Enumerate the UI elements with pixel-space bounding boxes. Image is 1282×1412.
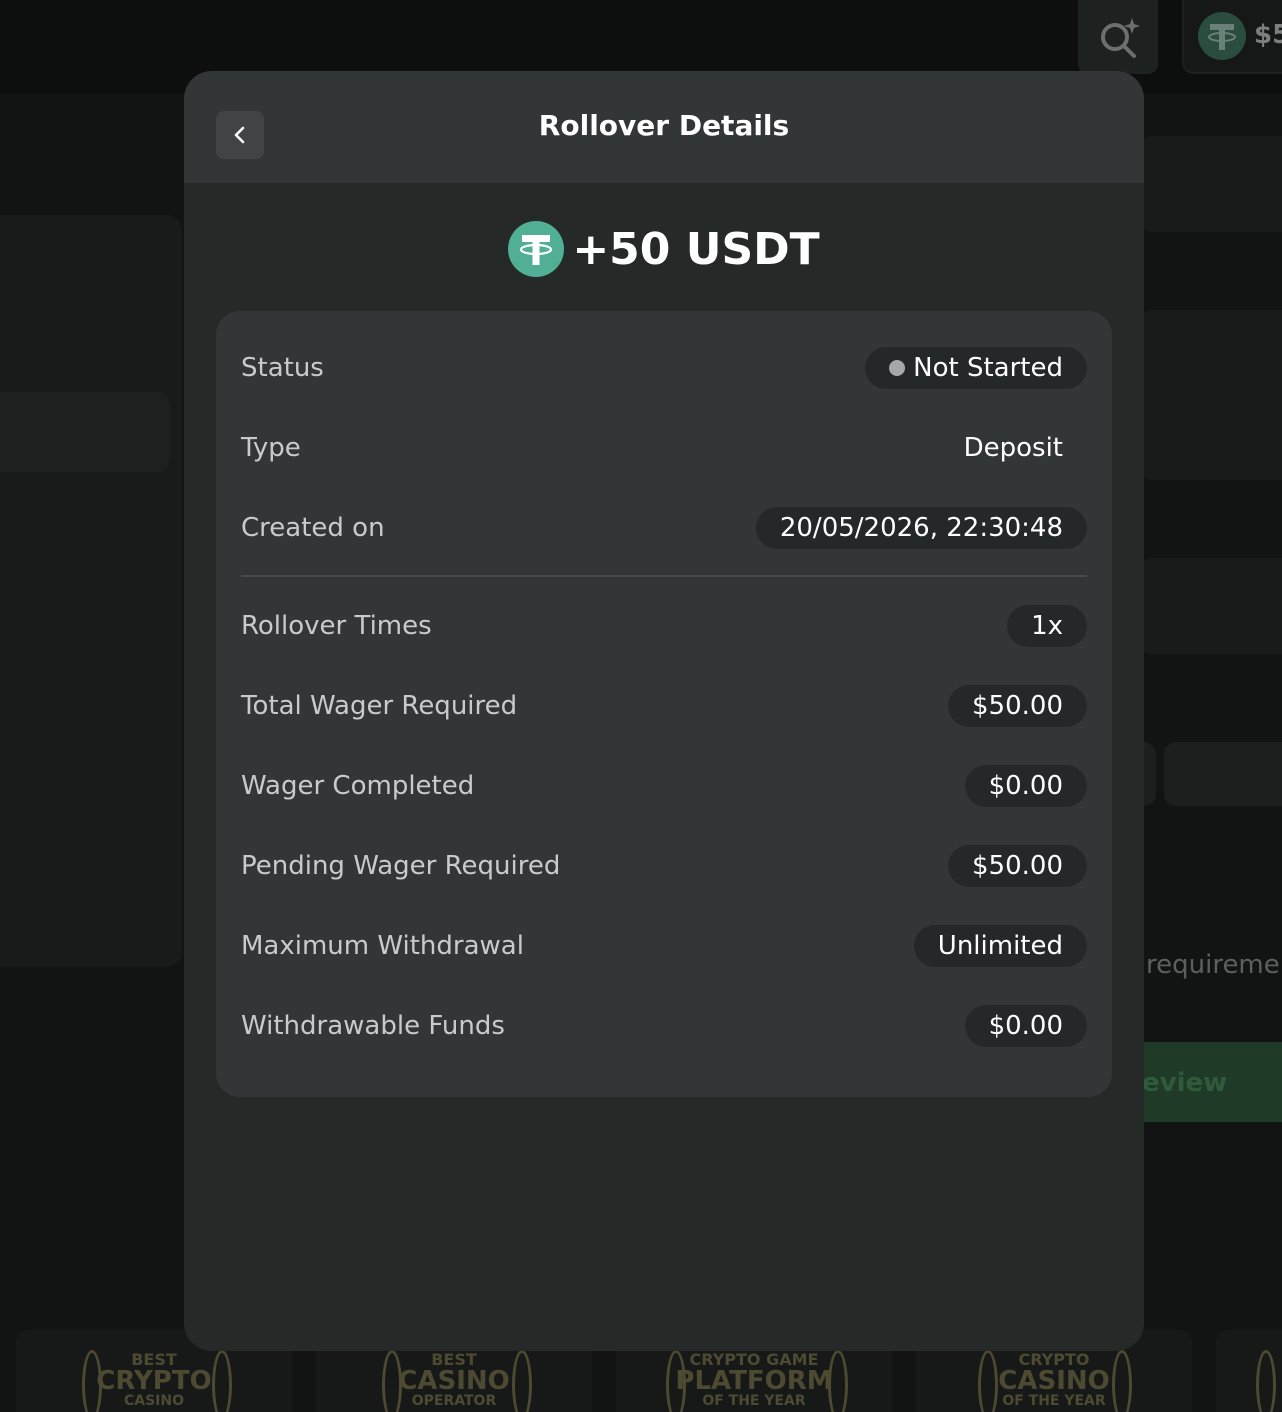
award-line2: CASINO [998, 1366, 1110, 1396]
detail-row-created-on: Created on 20/05/2026, 22:30:48 [241, 506, 1087, 550]
laurel-icon [1112, 1350, 1132, 1412]
detail-row-max-withdrawal: Maximum Withdrawal Unlimited [241, 924, 1087, 968]
left-panel-item [0, 392, 170, 472]
tether-icon [508, 221, 565, 277]
detail-value: $50.00 [948, 685, 1087, 727]
detail-label: Type [241, 433, 301, 463]
detail-label: Rollover Times [241, 611, 432, 641]
status-dot-icon [889, 360, 906, 376]
laurel-icon [978, 1350, 998, 1412]
award-line3: OF THE YEAR [702, 1393, 806, 1409]
detail-label: Status [241, 353, 324, 383]
review-button[interactable]: eview [1120, 1042, 1282, 1122]
award-badge [1216, 1330, 1282, 1412]
detail-label: Maximum Withdrawal [241, 931, 524, 961]
award-line2: CRYPTO [96, 1366, 212, 1396]
left-panel [0, 215, 182, 967]
detail-value: 1x [1007, 605, 1087, 647]
detail-value: Unlimited [913, 925, 1087, 967]
detail-label: Pending Wager Required [241, 851, 561, 881]
tether-icon [1198, 12, 1246, 60]
review-button-label: eview [1142, 1068, 1228, 1098]
modal-title: Rollover Details [538, 109, 790, 142]
details-card: Status Not Started Type Deposit Created … [216, 311, 1112, 1097]
balance-amount: $5 [1254, 20, 1282, 50]
detail-row-status: Status Not Started [241, 346, 1087, 390]
laurel-icon [212, 1350, 232, 1412]
detail-value: $0.00 [964, 1005, 1087, 1047]
requirement-text: requiremen [1146, 950, 1282, 980]
search-sparkle-icon [1101, 18, 1140, 58]
detail-row-type: Type Deposit [241, 426, 1087, 470]
rollover-amount: +50 USDT [572, 223, 820, 275]
right-block [1140, 558, 1282, 654]
balance-widget[interactable]: $5 [1182, 0, 1282, 74]
detail-value: $50.00 [948, 845, 1087, 887]
detail-value: $0.00 [964, 765, 1087, 807]
award-line3: OPERATOR [411, 1393, 497, 1409]
search-button[interactable] [1078, 0, 1158, 74]
detail-row-total-wager: Total Wager Required $50.00 [241, 684, 1087, 728]
laurel-icon [512, 1350, 532, 1412]
status-badge: Not Started [865, 347, 1087, 389]
award-text: BEST CRYPTO CASINO [96, 1352, 212, 1409]
detail-row-wager-completed: Wager Completed $0.00 [241, 764, 1087, 808]
detail-value: Deposit [963, 433, 1063, 463]
status-value: Not Started [913, 353, 1063, 383]
detail-row-rollover-times: Rollover Times 1x [241, 604, 1087, 648]
laurel-icon [1256, 1350, 1276, 1412]
award-line3: OF THE YEAR [1002, 1393, 1106, 1409]
amount-header: +50 USDT [184, 221, 1144, 277]
award-text: CRYPTO CASINO OF THE YEAR [998, 1352, 1110, 1409]
section-divider [241, 575, 1087, 577]
right-block [1140, 136, 1282, 232]
detail-row-withdrawable-funds: Withdrawable Funds $0.00 [241, 1004, 1087, 1048]
modal-header: Rollover Details [184, 71, 1144, 183]
detail-label: Total Wager Required [241, 691, 518, 721]
rollover-details-modal: Rollover Details +50 USDT Status Not Sta… [184, 71, 1144, 1351]
detail-label: Created on [241, 513, 385, 543]
award-line2: PLATFORM [675, 1366, 833, 1396]
detail-label: Withdrawable Funds [241, 1011, 505, 1041]
detail-row-pending-wager: Pending Wager Required $50.00 [241, 844, 1087, 888]
right-block [1140, 310, 1282, 480]
right-block [1164, 742, 1282, 806]
award-text: CRYPTO GAME PLATFORM OF THE YEAR [675, 1352, 833, 1409]
award-line3: CASINO [123, 1393, 185, 1409]
detail-value: 20/05/2026, 22:30:48 [755, 507, 1087, 549]
award-text: BEST CASINO OPERATOR [398, 1352, 510, 1409]
detail-label: Wager Completed [241, 771, 475, 801]
award-line2: CASINO [398, 1366, 510, 1396]
